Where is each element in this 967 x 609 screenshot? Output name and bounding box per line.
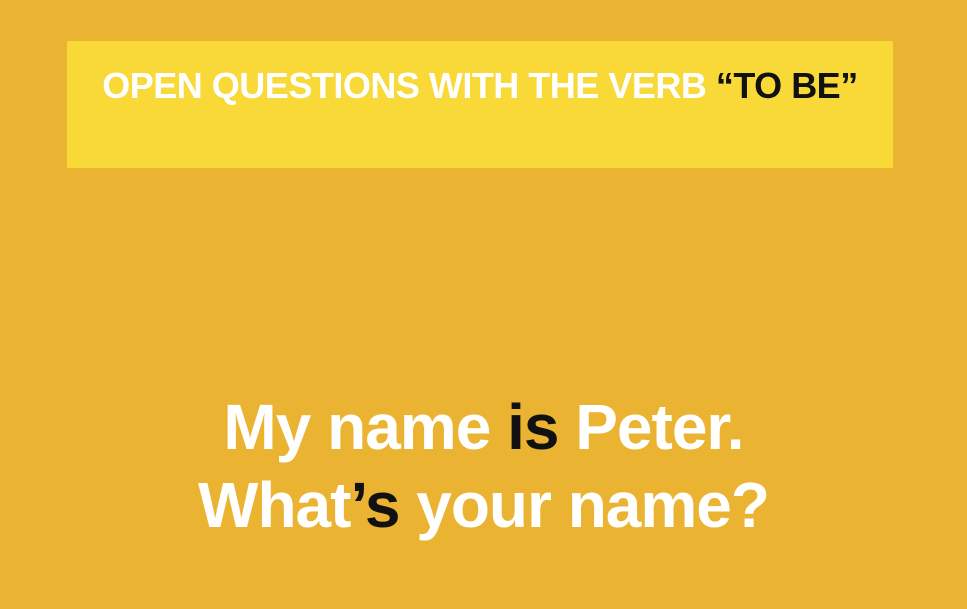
title-banner: OPEN QUESTIONS WITH THE VERB “TO BE” (67, 41, 893, 168)
title-light-text: OPEN QUESTIONS WITH THE VERB (102, 65, 716, 106)
slide-title: OPEN QUESTIONS WITH THE VERB “TO BE” (77, 61, 883, 111)
sentence-question: What’s your name? (0, 466, 967, 544)
sentence-statement-before: My name (223, 391, 508, 463)
sentence-question-before: What (198, 469, 351, 541)
sentence-question-verb: ’s (350, 469, 400, 541)
sentence-question-after: your name? (399, 469, 770, 541)
sentence-statement-after: Peter. (558, 391, 744, 463)
sentence-statement-verb: is (507, 391, 559, 463)
title-dark-text: “TO BE” (715, 65, 858, 106)
sentence-statement: My name is Peter. (0, 388, 967, 466)
slide: OPEN QUESTIONS WITH THE VERB “TO BE” My … (0, 0, 967, 609)
example-sentences: My name is Peter. What’s your name? (0, 388, 967, 544)
